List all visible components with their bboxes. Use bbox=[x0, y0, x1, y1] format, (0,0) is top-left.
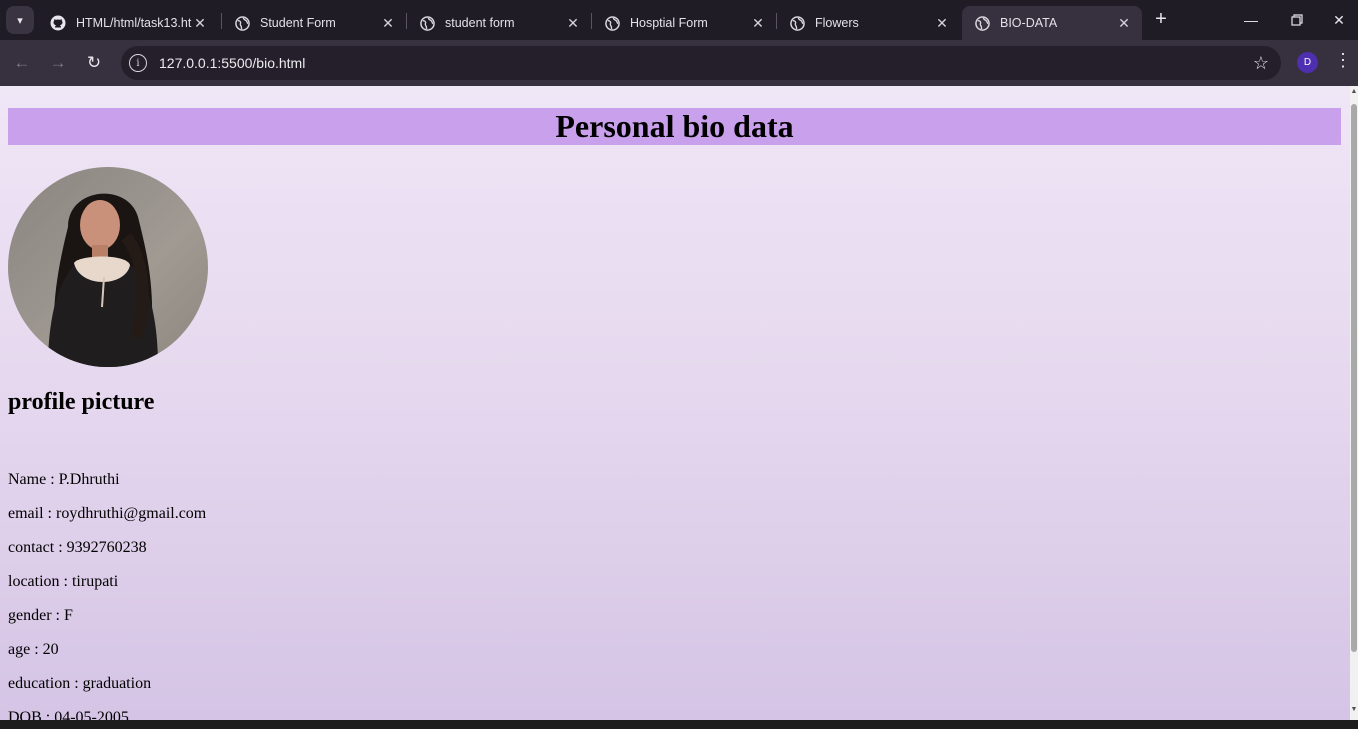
reload-button[interactable]: ↻ bbox=[79, 48, 109, 78]
globe-icon bbox=[419, 15, 435, 31]
tab-search-button[interactable]: ▾ bbox=[6, 6, 34, 34]
close-icon[interactable]: ✕ bbox=[192, 15, 208, 32]
profile-avatar[interactable]: D bbox=[1297, 52, 1318, 73]
tab-github[interactable]: HTML/html/task13.html ✕ bbox=[38, 6, 218, 40]
url-text: 127.0.0.1:5500/bio.html bbox=[159, 55, 306, 71]
kebab-menu-icon: ⋮ bbox=[1334, 50, 1352, 70]
close-icon[interactable]: ✕ bbox=[750, 15, 766, 32]
info-gender: gender : F bbox=[8, 607, 73, 624]
tab-title: BIO-DATA bbox=[1000, 16, 1058, 30]
plus-icon: + bbox=[1155, 8, 1167, 30]
tab-title: Student Form bbox=[260, 16, 336, 30]
profile-caption: profile picture bbox=[8, 389, 155, 415]
close-icon: ✕ bbox=[1333, 11, 1345, 28]
bookmark-star-icon[interactable]: ☆ bbox=[1253, 53, 1269, 74]
globe-icon bbox=[604, 15, 620, 31]
globe-icon bbox=[974, 15, 990, 31]
browser-menu-button[interactable]: ⋮ bbox=[1333, 50, 1353, 76]
forward-button[interactable]: → bbox=[43, 48, 73, 78]
tab-hospital-form[interactable]: Hosptial Form ✕ bbox=[592, 6, 776, 40]
info-name: Name : P.Dhruthi bbox=[8, 471, 120, 488]
close-icon[interactable]: ✕ bbox=[380, 15, 396, 32]
new-tab-button[interactable]: + bbox=[1150, 8, 1172, 32]
close-icon[interactable]: ✕ bbox=[1116, 15, 1132, 32]
page-title: Personal bio data bbox=[8, 108, 1341, 145]
info-contact: contact : 9392760238 bbox=[8, 539, 147, 556]
info-email: email : roydhruthi@gmail.com bbox=[8, 505, 207, 522]
forward-arrow-icon: → bbox=[49, 53, 67, 72]
info-dob: DOB : 04-05-2005 bbox=[8, 709, 129, 720]
globe-icon bbox=[789, 15, 805, 31]
tab-flowers[interactable]: Flowers ✕ bbox=[777, 6, 960, 40]
minimize-icon: — bbox=[1244, 12, 1258, 28]
scrollbar-thumb[interactable] bbox=[1351, 104, 1357, 652]
minimize-button[interactable]: — bbox=[1228, 0, 1274, 40]
tab-student-form-2[interactable]: student form ✕ bbox=[407, 6, 591, 40]
address-bar[interactable]: i 127.0.0.1:5500/bio.html ☆ bbox=[121, 46, 1281, 80]
site-info-icon[interactable]: i bbox=[129, 54, 147, 72]
browser-toolbar: ← → ↻ i 127.0.0.1:5500/bio.html ☆ D ⋮ bbox=[0, 40, 1358, 86]
tab-title: Hosptial Form bbox=[630, 16, 708, 30]
scroll-down-arrow-icon[interactable]: ▼ bbox=[1350, 706, 1358, 713]
tab-student-form[interactable]: Student Form ✕ bbox=[222, 6, 406, 40]
reload-icon: ↻ bbox=[86, 53, 102, 72]
chevron-down-icon: ▾ bbox=[17, 14, 23, 27]
back-button[interactable]: ← bbox=[7, 48, 37, 78]
profile-photo bbox=[8, 167, 208, 367]
info-education: education : graduation bbox=[8, 675, 152, 692]
tab-strip: ▾ HTML/html/task13.html ✕ Student Form ✕… bbox=[0, 0, 1358, 40]
github-icon bbox=[50, 15, 66, 31]
restore-button[interactable] bbox=[1274, 0, 1320, 40]
taskbar-edge bbox=[0, 720, 1358, 729]
close-icon[interactable]: ✕ bbox=[934, 15, 950, 32]
page-content: Personal bio data profile picture Name:… bbox=[0, 86, 1350, 720]
close-window-button[interactable]: ✕ bbox=[1320, 0, 1358, 40]
tab-title: HTML/html/task13.html bbox=[76, 16, 192, 30]
info-age: age : 20 bbox=[8, 641, 59, 658]
globe-icon bbox=[234, 15, 250, 31]
tab-title: student form bbox=[445, 16, 515, 30]
close-icon[interactable]: ✕ bbox=[565, 15, 581, 32]
back-arrow-icon: ← bbox=[13, 53, 31, 72]
tab-title: Flowers bbox=[815, 16, 859, 30]
info-location: location : tirupati bbox=[8, 573, 119, 590]
scroll-up-arrow-icon[interactable]: ▲ bbox=[1350, 88, 1358, 95]
tab-bio-data[interactable]: BIO-DATA ✕ bbox=[962, 6, 1142, 40]
restore-icon bbox=[1291, 14, 1303, 26]
